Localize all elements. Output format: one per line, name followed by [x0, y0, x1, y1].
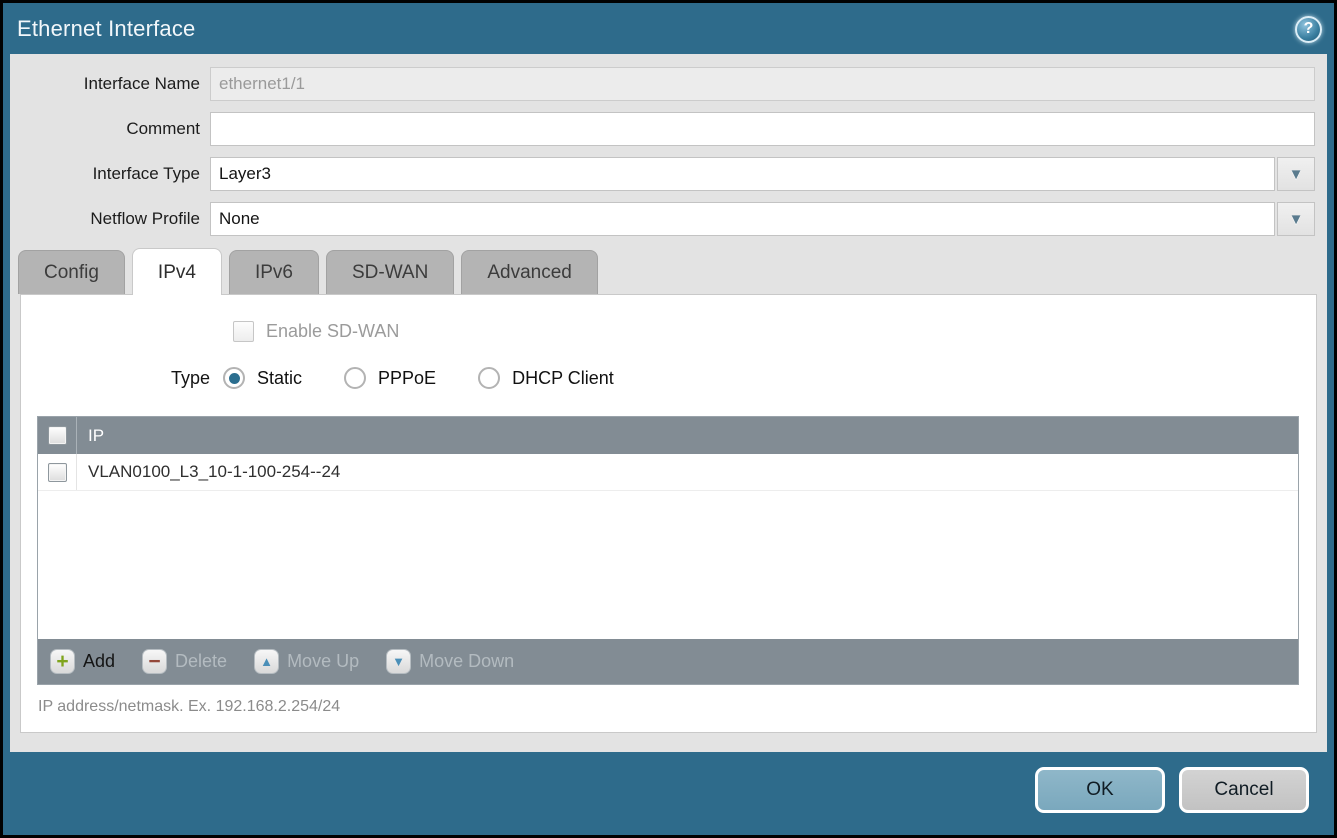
dialog-footer: OK Cancel: [1035, 767, 1309, 813]
row-checkbox[interactable]: [48, 463, 67, 482]
select-all-checkbox[interactable]: [48, 426, 67, 445]
interface-form: Interface Name Comment Interface Type ▼ …: [10, 54, 1327, 236]
ip-table-body: VLAN0100_L3_10-1-100-254--24: [38, 454, 1298, 639]
delete-button[interactable]: − Delete: [142, 649, 227, 674]
enable-sdwan-checkbox: [233, 321, 254, 342]
dialog-title: Ethernet Interface: [17, 16, 1295, 42]
comment-label: Comment: [10, 119, 210, 139]
radio-pppoe-label[interactable]: PPPoE: [378, 368, 436, 389]
tab-advanced[interactable]: Advanced: [461, 250, 598, 294]
ip-address-table: IP VLAN0100_L3_10-1-100-254--24 + Add: [37, 416, 1299, 685]
chevron-down-icon: ▼: [1289, 166, 1304, 183]
radio-dhcp-client-label[interactable]: DHCP Client: [512, 368, 614, 389]
tab-config[interactable]: Config: [18, 250, 125, 294]
help-icon[interactable]: ?: [1295, 16, 1322, 43]
ipv4-tab-panel: Enable SD-WAN Type Static PPPoE DHCP Cli…: [20, 294, 1317, 733]
move-down-button[interactable]: ▼ Move Down: [386, 649, 514, 674]
plus-icon: +: [50, 649, 75, 674]
interface-name-field: [210, 67, 1315, 101]
enable-sdwan-label: Enable SD-WAN: [266, 321, 399, 342]
dialog-content: Interface Name Comment Interface Type ▼ …: [10, 54, 1327, 752]
netflow-profile-label: Netflow Profile: [10, 209, 210, 229]
form-row-interface-name: Interface Name: [10, 67, 1315, 101]
ip-column-header: IP: [77, 426, 104, 446]
radio-static-label[interactable]: Static: [257, 368, 302, 389]
ok-button[interactable]: OK: [1035, 767, 1165, 813]
form-row-netflow-profile: Netflow Profile ▼: [10, 202, 1315, 236]
ip-table-header: IP: [38, 417, 1298, 454]
interface-type-field[interactable]: [210, 157, 1275, 191]
ip-format-hint: IP address/netmask. Ex. 192.168.2.254/24: [38, 698, 1316, 716]
netflow-profile-dropdown-button[interactable]: ▼: [1277, 202, 1315, 236]
add-button-label: Add: [83, 651, 115, 672]
ip-table-toolbar: + Add − Delete ▲ Move Up ▼ Move Down: [38, 639, 1298, 684]
move-up-button-label: Move Up: [287, 651, 359, 672]
tab-ipv4[interactable]: IPv4: [132, 248, 222, 295]
chevron-down-icon: ▼: [1289, 211, 1304, 228]
ethernet-interface-dialog: Ethernet Interface ? Interface Name Comm…: [0, 0, 1337, 838]
select-all-cell: [38, 417, 77, 454]
move-down-button-label: Move Down: [419, 651, 514, 672]
cancel-button[interactable]: Cancel: [1179, 767, 1309, 813]
move-up-button[interactable]: ▲ Move Up: [254, 649, 359, 674]
delete-button-label: Delete: [175, 651, 227, 672]
form-row-interface-type: Interface Type ▼: [10, 157, 1315, 191]
type-radio-group: Type Static PPPoE DHCP Client: [21, 367, 1316, 389]
radio-pppoe[interactable]: [344, 367, 366, 389]
arrow-up-icon: ▲: [254, 649, 279, 674]
dialog-titlebar: Ethernet Interface ?: [3, 3, 1334, 55]
interface-type-dropdown-button[interactable]: ▼: [1277, 157, 1315, 191]
form-row-comment: Comment: [10, 112, 1315, 146]
ip-row-value[interactable]: VLAN0100_L3_10-1-100-254--24: [77, 462, 340, 482]
interface-name-label: Interface Name: [10, 74, 210, 94]
minus-icon: −: [142, 649, 167, 674]
radio-static[interactable]: [223, 367, 245, 389]
tab-ipv6[interactable]: IPv6: [229, 250, 319, 294]
add-button[interactable]: + Add: [50, 649, 115, 674]
tab-strip: Config IPv4 IPv6 SD-WAN Advanced: [18, 247, 1327, 294]
row-checkbox-cell: [38, 454, 77, 490]
comment-field[interactable]: [210, 112, 1315, 146]
interface-type-label: Interface Type: [10, 164, 210, 184]
enable-sdwan-row: Enable SD-WAN: [233, 321, 1316, 342]
netflow-profile-field[interactable]: [210, 202, 1275, 236]
tab-sd-wan[interactable]: SD-WAN: [326, 250, 454, 294]
type-label: Type: [21, 368, 223, 389]
radio-dhcp-client[interactable]: [478, 367, 500, 389]
arrow-down-icon: ▼: [386, 649, 411, 674]
table-row[interactable]: VLAN0100_L3_10-1-100-254--24: [38, 454, 1298, 491]
